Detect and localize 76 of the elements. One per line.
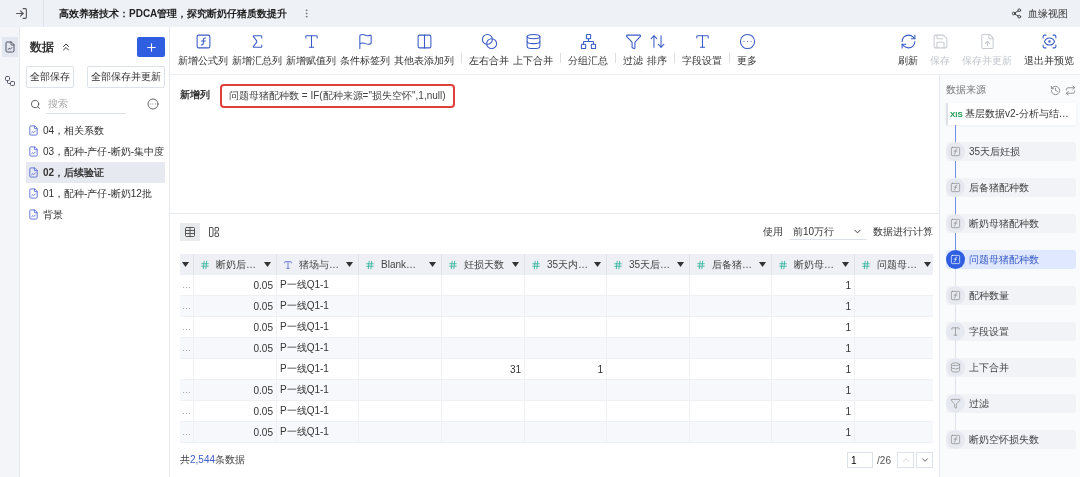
table-cell: 1 (772, 401, 855, 421)
table-cell: … (182, 301, 191, 311)
panel-title: 数据来源 (946, 83, 987, 97)
formula-label: 新增列 (180, 88, 210, 102)
table-cell: 1 (525, 359, 607, 379)
step-item[interactable]: 断奶母猪配种数 (946, 214, 1076, 233)
step-item[interactable]: 配种数量 (946, 286, 1076, 305)
table-cell: 0.05 (194, 380, 277, 400)
toolbar-button[interactable]: 新增公式列 (176, 33, 230, 68)
table-cell: P一线Q1-1 (277, 359, 359, 379)
table-cell: … (182, 322, 191, 332)
table-cell: 1 (772, 380, 855, 400)
table-cell: 0.05 (194, 317, 277, 337)
formula-field[interactable]: 问题母猪配种数 = IF(配种来源="损失空怀",1,null) (220, 84, 455, 108)
sidebar-item[interactable]: 背景 (26, 204, 165, 225)
toolbar-button[interactable]: 过滤 (621, 33, 645, 68)
step-item[interactable]: 后备猪配种数 (946, 178, 1076, 197)
table-cell: 1 (772, 422, 855, 442)
toolbar-button[interactable]: 条件标签列 (338, 33, 392, 68)
table-cell: 1 (772, 359, 855, 379)
toolbar-button[interactable]: 其他表添加列 (392, 33, 456, 68)
table-cell: 1 (772, 338, 855, 358)
table-cell: … (182, 280, 191, 290)
save-button[interactable]: 全部保存 (26, 66, 74, 88)
toolbar-button[interactable]: 刷新 (892, 33, 924, 68)
table-cell: … (182, 427, 191, 437)
toolbar-button[interactable]: 上下合并 (511, 33, 555, 68)
source-card[interactable]: XlS 基层数据v2-分析与结… (946, 103, 1076, 125)
compute-label: 数据进行计算 (873, 225, 933, 239)
table-cell: P一线Q1-1 (277, 275, 359, 295)
table-cell: 0.05 (194, 275, 277, 295)
table-cell: 0.05 (194, 338, 277, 358)
table-cell: 31 (442, 359, 525, 379)
rows-select[interactable]: 前10万行 (788, 224, 867, 240)
table-cell: 1 (772, 317, 855, 337)
toolbar-button[interactable]: 排序 (645, 33, 669, 68)
sidebar-item[interactable]: 01，配种-产仔-断奶12批 (26, 183, 165, 204)
row-count: 共2,544条数据 (180, 453, 246, 467)
step-item[interactable]: 过滤 (946, 394, 1076, 413)
toolbar-button[interactable]: 新增赋值列 (284, 33, 338, 68)
table-cell: 0.05 (194, 296, 277, 316)
page-total: /26 (877, 454, 891, 466)
table-cell: P一线Q1-1 (277, 296, 359, 316)
page-field[interactable]: 1 (847, 452, 874, 468)
table-cell: P一线Q1-1 (277, 317, 359, 337)
sidebar-item[interactable]: 02，后续验证 (26, 162, 165, 183)
table-cell: … (182, 406, 191, 416)
toolbar-button[interactable]: 字段设置 (680, 33, 724, 68)
search-field[interactable]: 搜索 (46, 94, 126, 114)
lineage-link[interactable]: 血缘视图 (1011, 6, 1068, 21)
table-cell: … (182, 385, 191, 395)
toolbar-button[interactable]: 左右合并 (467, 33, 511, 68)
use-label: 使用 (762, 225, 783, 239)
step-item[interactable]: 35天后妊损 (946, 142, 1076, 161)
table-cell: 1 (772, 275, 855, 295)
toolbar-button[interactable]: 退出并预览 (1018, 33, 1080, 68)
save-button[interactable]: 全部保存并更新 (87, 66, 165, 88)
step-item[interactable]: 断奶空怀损失数 (946, 430, 1076, 449)
table-cell: P一线Q1-1 (277, 380, 359, 400)
table-cell: P一线Q1-1 (277, 422, 359, 442)
table-cell: P一线Q1-1 (277, 401, 359, 421)
table-cell: 0.05 (194, 401, 277, 421)
step-item[interactable]: 问题母猪配种数 (946, 250, 1076, 269)
table-cell: 1 (772, 296, 855, 316)
table-cell: 0.05 (194, 422, 277, 442)
toolbar-button[interactable]: 更多 (735, 33, 759, 68)
step-item[interactable]: 字段设置 (946, 322, 1076, 341)
toolbar-button[interactable]: 分组汇总 (566, 33, 610, 68)
table-cell: … (182, 343, 191, 353)
toolbar-button[interactable]: 新增汇总列 (230, 33, 284, 68)
step-item[interactable]: 上下合并 (946, 358, 1076, 377)
table-cell: P一线Q1-1 (277, 338, 359, 358)
sidebar-item[interactable]: 03，配种-产仔-断奶-集中度 (26, 141, 165, 162)
sidebar-title: 数据 (30, 38, 54, 56)
page-title: 高效养猪技术：PDCA管理，探究断奶仔猪质数提升 (59, 6, 288, 21)
sidebar-item[interactable]: 04，相关系数 (26, 120, 165, 141)
